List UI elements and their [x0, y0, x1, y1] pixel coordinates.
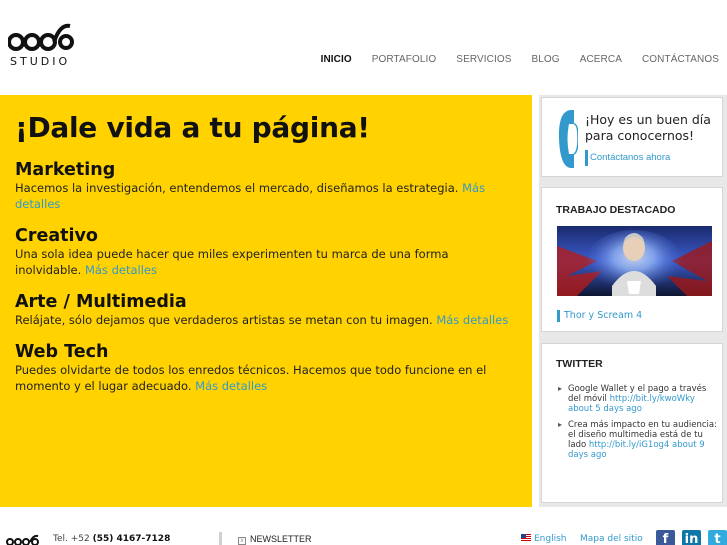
service-creativo: Creativo Una sola idea puede hacer que m… — [15, 226, 517, 278]
chevron-right-icon: ▸ — [558, 384, 563, 393]
facebook-icon[interactable]: f — [656, 530, 675, 545]
hero-panel: ¡Dale vida a tu página! Marketing Hacemo… — [0, 95, 532, 507]
hero-title: ¡Dale vida a tu página! — [15, 111, 370, 144]
nav-item-contactanos[interactable]: CONTÁCTANOS — [642, 54, 719, 65]
more-details-link[interactable]: Más detalles — [436, 313, 508, 327]
mail-icon: x — [238, 537, 246, 545]
tweet-link[interactable]: http://bit.ly/iG1og4 — [589, 440, 669, 450]
twitter-title: TWITTER — [556, 358, 603, 370]
service-description: Relájate, sólo dejamos que verdaderos ar… — [15, 313, 509, 327]
link-marker — [557, 310, 560, 322]
twitter-box: TWITTER ▸ Google Wallet y el pago a trav… — [541, 343, 723, 503]
nav-item-servicios[interactable]: SERVICIOS — [456, 54, 511, 65]
studio-logo[interactable]: STUDIO — [8, 20, 74, 68]
language-switch[interactable]: English — [521, 534, 567, 544]
contact-tagline: ¡Hoy es un buen día para conocernos! — [585, 112, 711, 143]
nav-item-acerca[interactable]: ACERCA — [580, 54, 622, 65]
phone-label: Tel. +52 — [53, 534, 90, 544]
more-details-link[interactable]: Más detalles — [195, 379, 267, 393]
nav-item-inicio[interactable]: INICIO — [321, 54, 352, 65]
link-marker — [585, 150, 588, 166]
tweet-item: ▸ Google Wallet y el pago a través del m… — [558, 384, 707, 414]
featured-work-image[interactable] — [557, 226, 712, 296]
service-description: Hacemos la investigación, entendemos el … — [15, 181, 486, 211]
service-web-tech: Web Tech Puedes olvidarte de todos los e… — [15, 342, 517, 394]
footer-divider — [219, 532, 222, 545]
footer-phone: Tel. +52 (55) 4167-7128 — [53, 534, 170, 544]
service-marketing: Marketing Hacemos la investigación, ente… — [15, 160, 517, 212]
service-title: Creativo — [15, 226, 98, 246]
service-title: Arte / Multimedia — [15, 292, 187, 312]
service-arte-multimedia: Arte / Multimedia Relájate, sólo dejamos… — [15, 292, 517, 328]
contact-box: ¡Hoy es un buen día para conocernos! Con… — [541, 97, 723, 177]
footer-logo-icon[interactable] — [6, 534, 40, 545]
featured-work-box: TRABAJO DESTACADO Thor y Scream 4 — [541, 187, 723, 332]
us-flag-icon — [521, 534, 531, 541]
newsletter-link[interactable]: x NEWSLETTER — [238, 534, 312, 545]
tweet-list: ▸ Google Wallet y el pago a través del m… — [556, 384, 720, 466]
featured-work-link[interactable]: Thor y Scream 4 — [564, 310, 642, 321]
service-description: Puedes olvidarte de todos los enredos té… — [15, 363, 487, 393]
tweet-link[interactable]: http://bit.ly/kwoWky — [610, 394, 695, 404]
nav-item-blog[interactable]: BLOG — [531, 54, 559, 65]
service-description: Una sola idea puede hacer que miles expe… — [15, 247, 449, 277]
phone-icon — [558, 110, 578, 168]
service-title: Web Tech — [15, 342, 109, 362]
logo-mark-icon — [8, 23, 74, 51]
linkedin-icon[interactable]: in — [682, 530, 701, 545]
nav-item-portafolio[interactable]: PORTAFOLIO — [372, 54, 437, 65]
contact-now-link[interactable]: Contáctanos ahora — [590, 152, 670, 163]
main-nav: INICIO PORTAFOLIO SERVICIOS BLOG ACERCA … — [301, 54, 719, 65]
twitter-icon[interactable]: t — [708, 530, 727, 545]
sidebar: ¡Hoy es un buen día para conocernos! Con… — [539, 95, 727, 507]
sitemap-link[interactable]: Mapa del sitio — [580, 534, 643, 544]
service-title: Marketing — [15, 160, 116, 180]
chevron-right-icon: ▸ — [558, 420, 563, 429]
tweet-item: ▸ Crea más impacto en tu audiencia: el d… — [558, 420, 717, 460]
more-details-link[interactable]: Más detalles — [85, 263, 157, 277]
footer: Tel. +52 (55) 4167-7128 x NEWSLETTER Engl… — [0, 530, 727, 545]
phone-number: (55) 4167-7128 — [92, 534, 171, 544]
featured-work-title: TRABAJO DESTACADO — [556, 204, 676, 216]
tweet-time-link[interactable]: about 5 days ago — [568, 404, 642, 414]
logo-text: STUDIO — [10, 55, 71, 68]
